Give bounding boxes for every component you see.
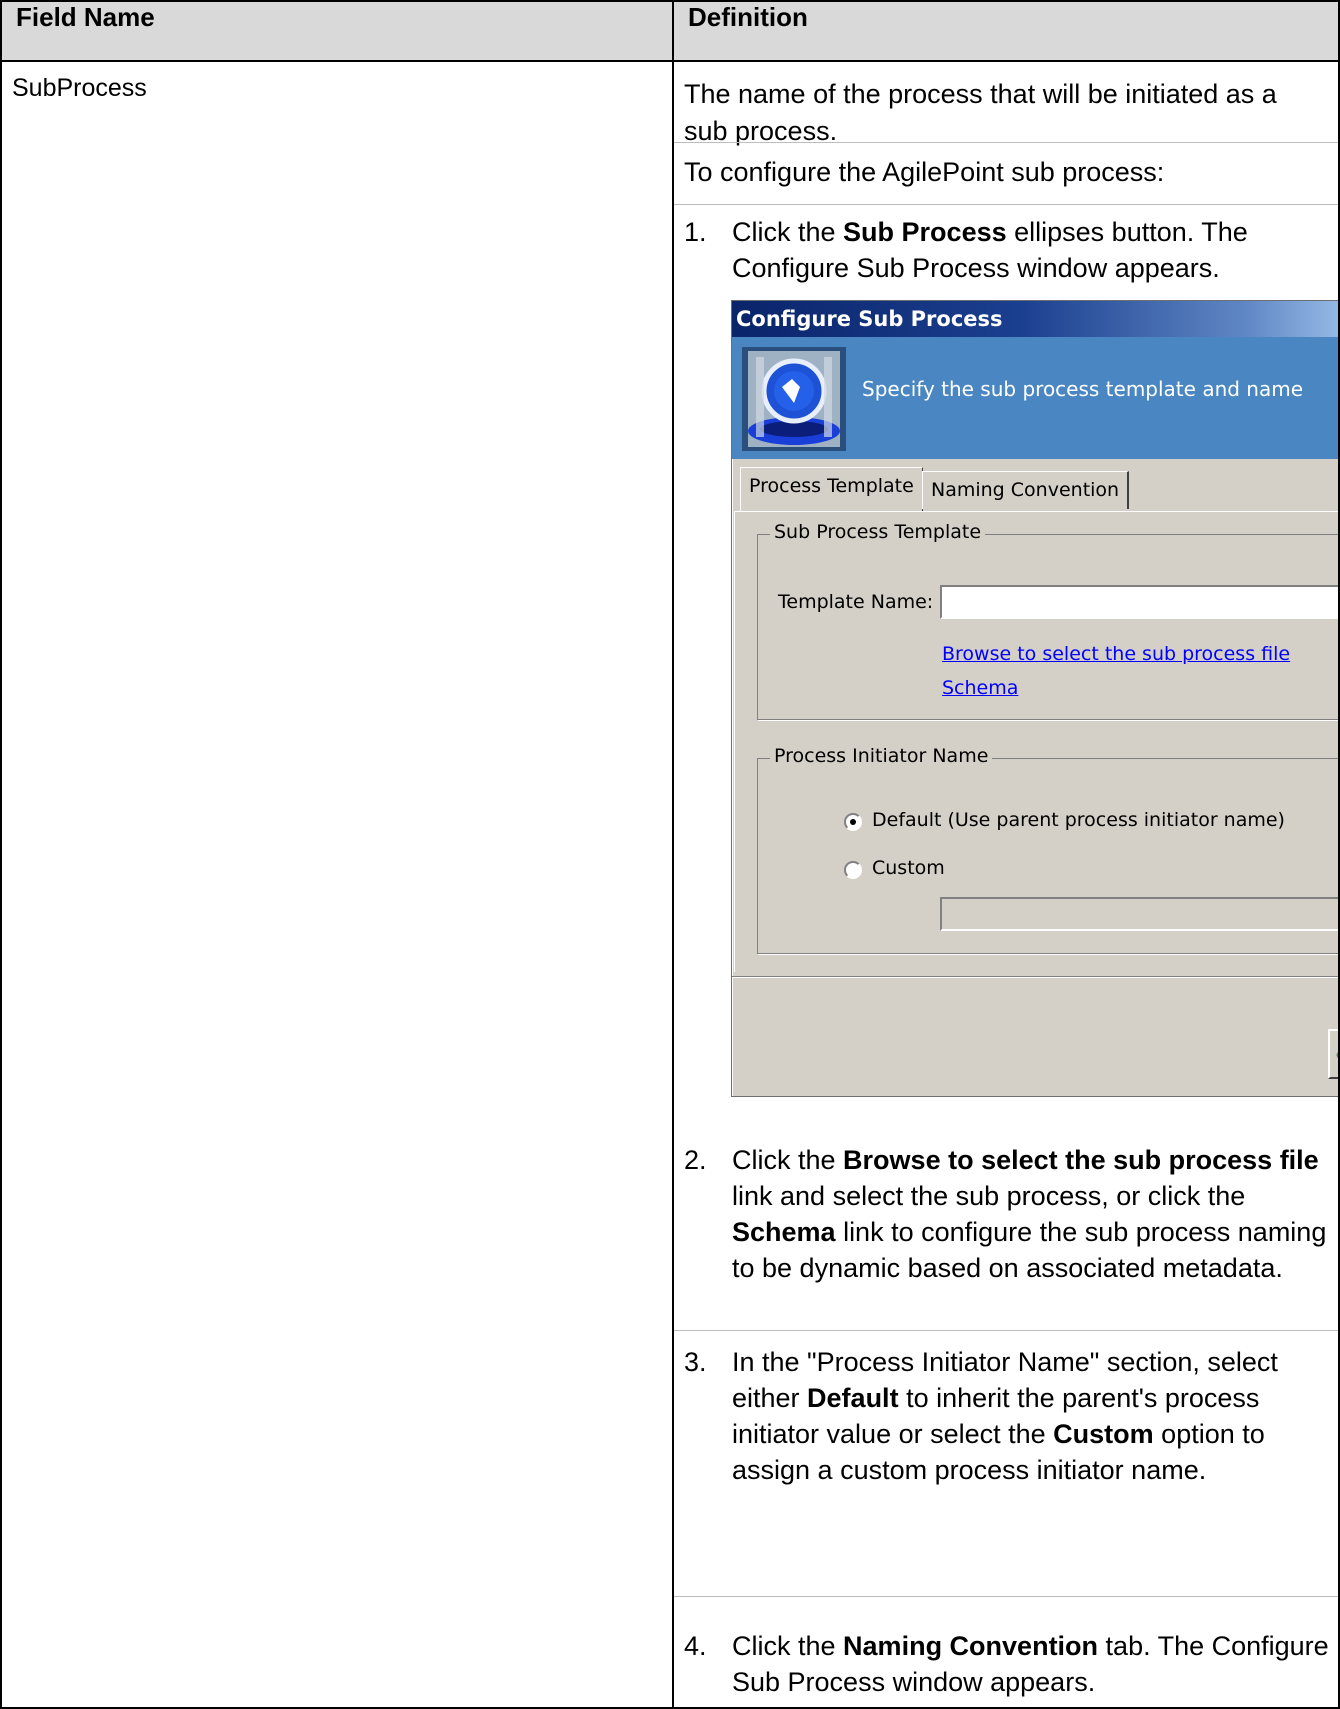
radio-custom[interactable] xyxy=(844,861,862,879)
configure-intro: To configure the AgilePoint sub process: xyxy=(684,157,1165,187)
radio-default[interactable] xyxy=(844,813,862,831)
divider xyxy=(675,1596,1337,1597)
process-gears-icon xyxy=(742,347,846,451)
tab-strip: Process Template Naming Convention xyxy=(732,459,1337,511)
tab-panel: Sub Process Template Template Name: Brow… xyxy=(734,511,1337,972)
browse-link[interactable]: Browse to select the sub process file xyxy=(942,643,1290,665)
radio-selected-dot xyxy=(850,819,856,825)
tab-naming-convention[interactable]: Naming Convention xyxy=(922,471,1130,509)
schema-link[interactable]: Schema xyxy=(942,677,1018,699)
radio-default-label: Default (Use parent process initiator na… xyxy=(872,809,1285,831)
field-definition-table: Field Name Definition SubProcess The nam… xyxy=(0,0,1340,1709)
step-number: 4. xyxy=(684,1631,707,1661)
template-name-input[interactable] xyxy=(940,585,1337,619)
step-text: Click the Naming Convention tab. The Con… xyxy=(732,1631,1329,1697)
dialog-header: Specify the sub process template and nam… xyxy=(732,337,1337,459)
definition-cell: The name of the process that will be ini… xyxy=(672,60,1340,1709)
group-label: Process Initiator Name xyxy=(770,745,993,767)
definition-intro: The name of the process that will be ini… xyxy=(684,79,1277,146)
custom-initiator-input[interactable] xyxy=(940,897,1337,931)
step-text: Click the Sub Process ellipses button. T… xyxy=(732,217,1248,283)
header-text: Specify the sub process template and nam… xyxy=(862,377,1304,401)
tab-process-template[interactable]: Process Template xyxy=(740,467,923,511)
divider xyxy=(675,142,1337,143)
step-text: In the "Process Initiator Name" section,… xyxy=(732,1347,1278,1485)
radio-custom-label: Custom xyxy=(872,857,945,879)
divider xyxy=(675,1330,1337,1331)
group-label: Sub Process Template xyxy=(770,521,986,543)
process-initiator-group: Process Initiator Name Default (Use pare… xyxy=(757,745,1337,954)
step-number: 3. xyxy=(684,1347,707,1377)
header-field-name: Field Name xyxy=(0,0,674,62)
ok-button[interactable] xyxy=(1328,1029,1337,1079)
check-icon xyxy=(1336,1053,1337,1057)
field-name-cell: SubProcess xyxy=(0,60,674,1709)
step-number: 1. xyxy=(684,217,707,247)
step-text: Click the Browse to select the sub proce… xyxy=(732,1145,1327,1283)
field-name: SubProcess xyxy=(12,74,147,102)
dialog-title: Configure Sub Process xyxy=(732,301,1337,337)
configure-sub-process-dialog: Configure Sub Process Specify the sub pr… xyxy=(731,300,1337,1097)
sub-process-template-group: Sub Process Template Template Name: Brow… xyxy=(757,521,1337,720)
divider xyxy=(675,204,1337,205)
dialog-footer xyxy=(732,976,1337,1096)
template-name-label: Template Name: xyxy=(778,591,934,613)
header-definition: Definition xyxy=(672,0,1340,62)
step-number: 2. xyxy=(684,1145,707,1175)
